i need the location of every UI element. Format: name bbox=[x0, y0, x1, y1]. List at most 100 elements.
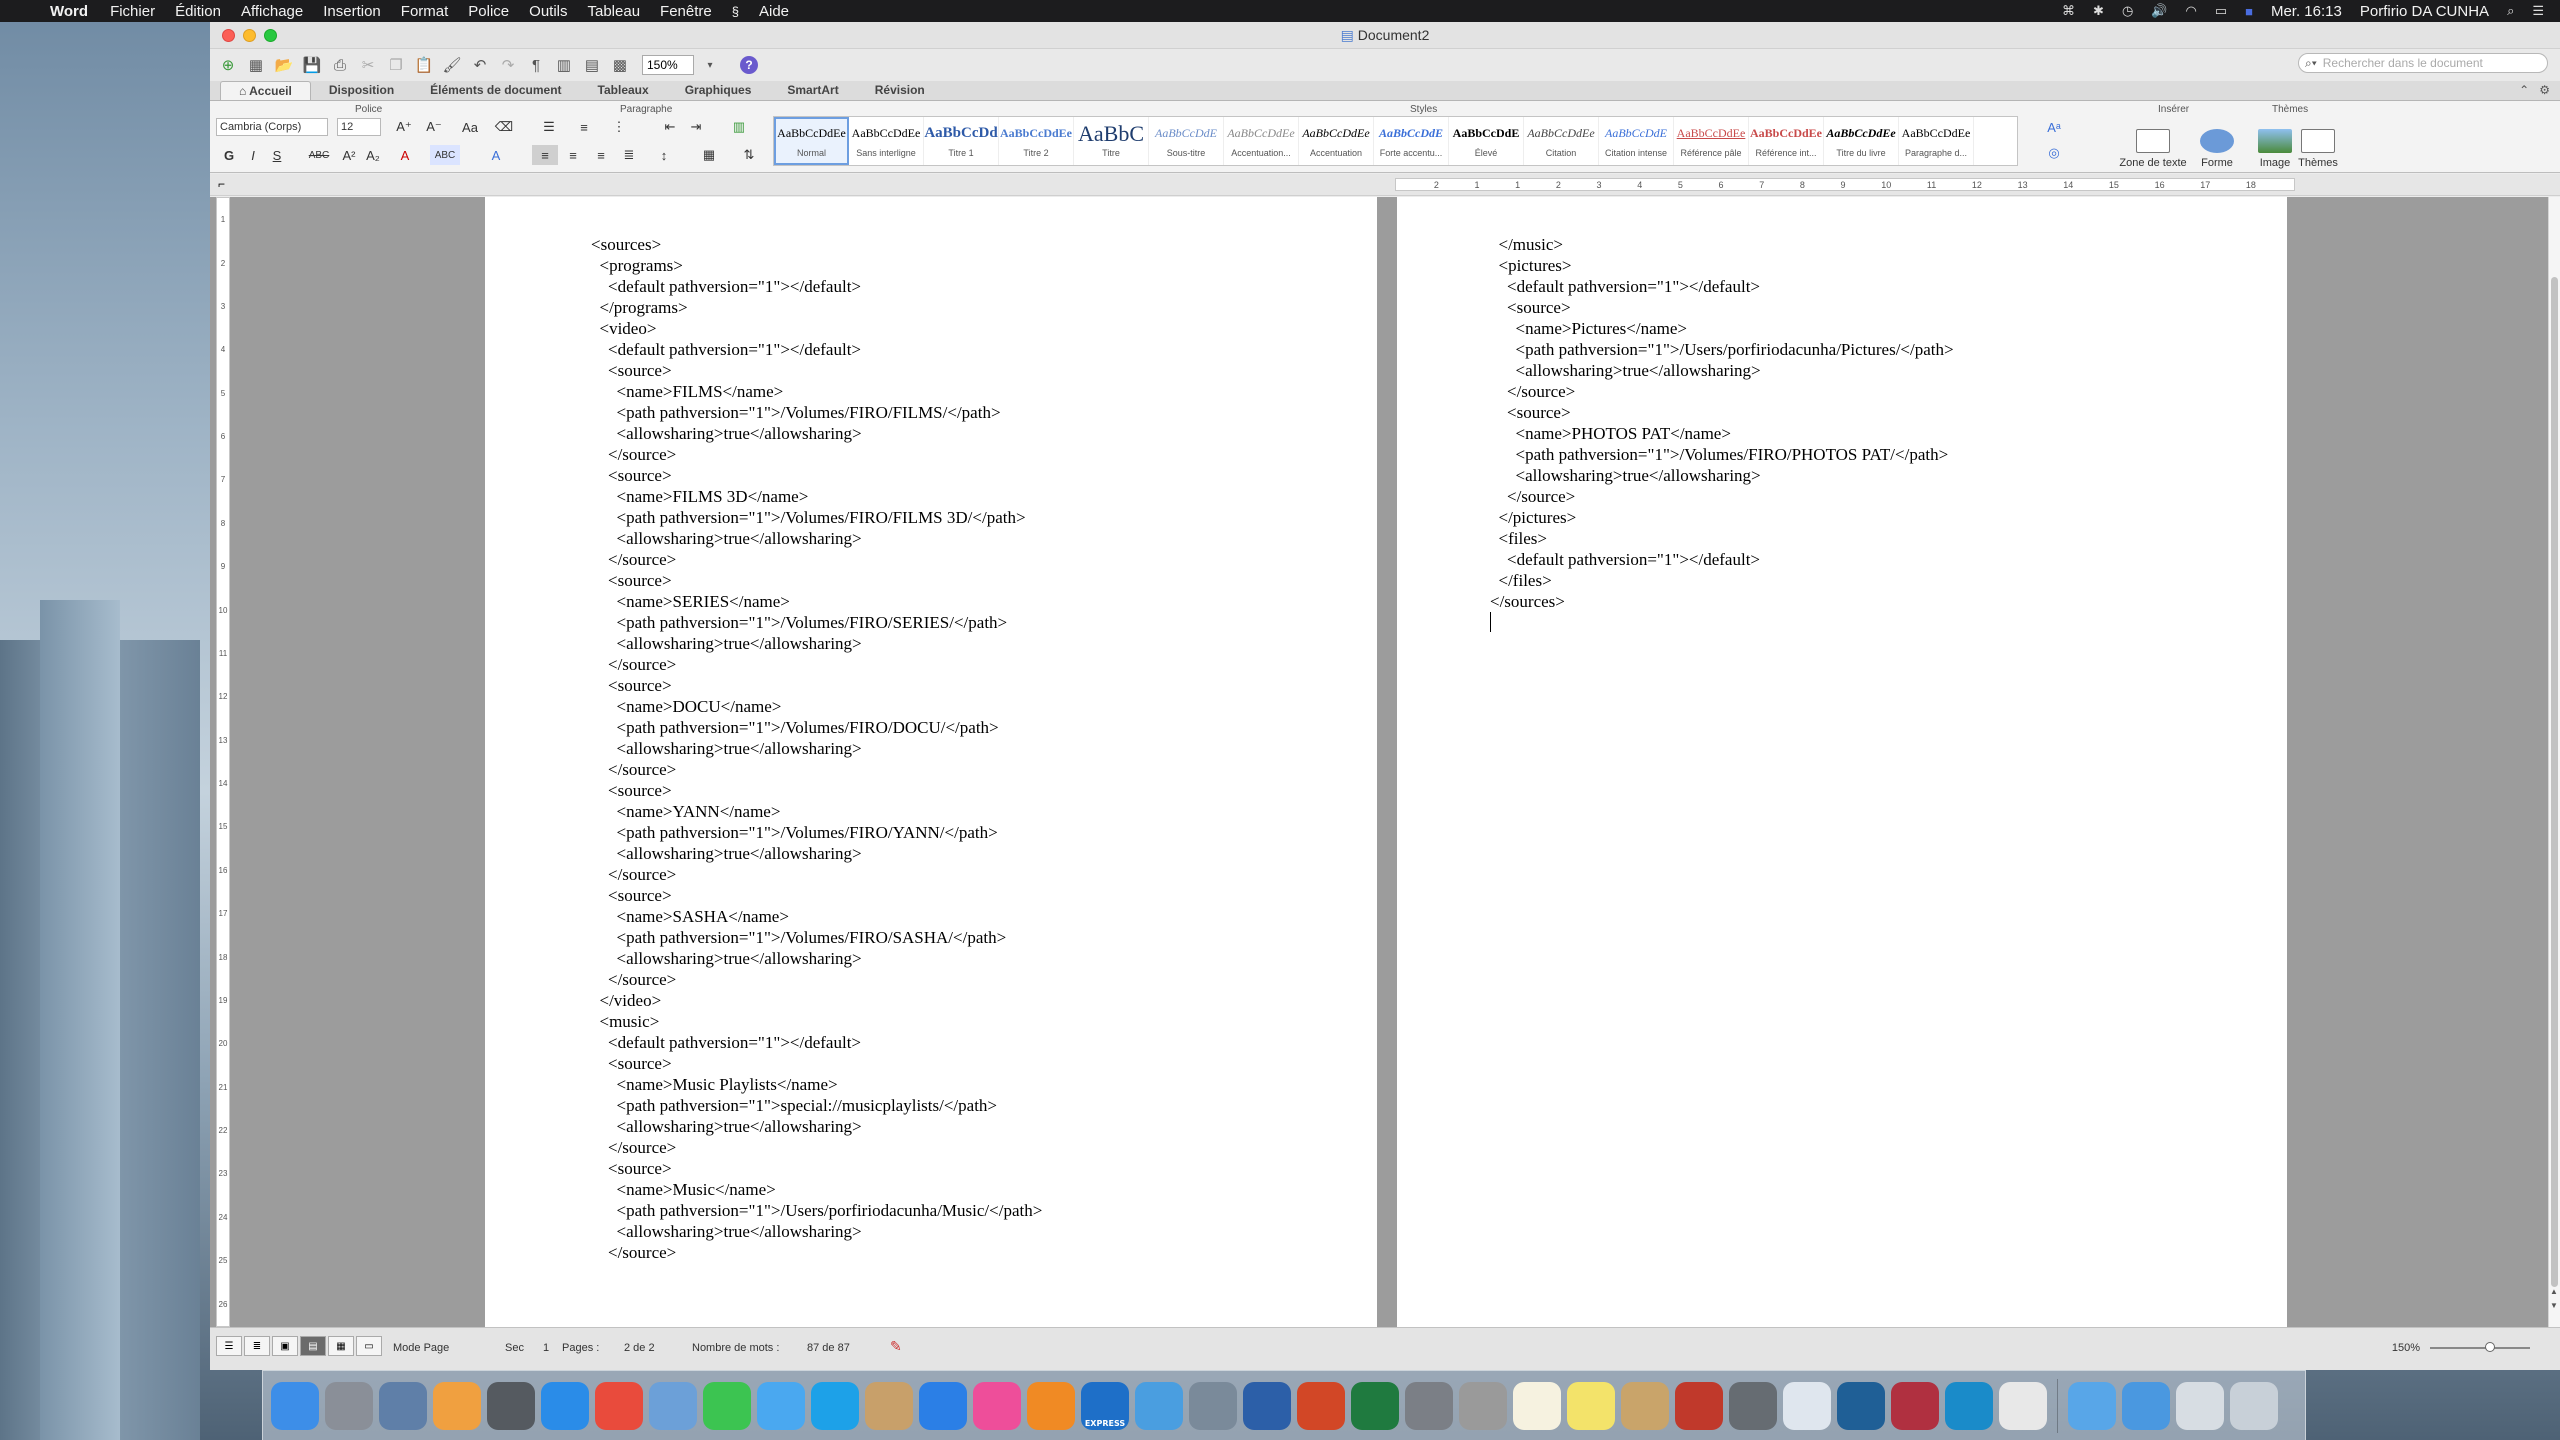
borders-icon[interactable]: ▦ bbox=[695, 145, 723, 165]
style-accentuation[interactable]: AaBbCcDdEe Accentuation bbox=[1299, 117, 1374, 165]
utility-icon[interactable] bbox=[1459, 1381, 1507, 1430]
underline-button[interactable]: S bbox=[266, 145, 288, 165]
express-icon[interactable]: EXPRESS bbox=[1081, 1381, 1129, 1430]
vertical-scrollbar[interactable]: ▲ ▼ bbox=[2548, 197, 2560, 1327]
strikethrough-button[interactable]: ABC bbox=[304, 145, 334, 165]
excel-icon[interactable] bbox=[1351, 1381, 1399, 1430]
copy-icon[interactable]: ❐ bbox=[384, 54, 408, 76]
search-input[interactable]: ⌕▾ Rechercher dans le document bbox=[2298, 53, 2548, 73]
folder-icon[interactable] bbox=[2068, 1381, 2116, 1430]
redo-icon[interactable]: ↷ bbox=[496, 54, 520, 76]
zoom-dropdown-icon[interactable]: ▾ bbox=[698, 54, 722, 76]
styles-pane-icon[interactable]: ◎ bbox=[2040, 143, 2068, 163]
toolbox-icon[interactable]: ▩ bbox=[608, 54, 632, 76]
contacts-icon[interactable] bbox=[865, 1381, 913, 1430]
ribbon-settings-icon[interactable]: ⚙ bbox=[2539, 83, 2550, 97]
menu-fichier[interactable]: Fichier bbox=[100, 3, 165, 20]
increase-indent-icon[interactable]: ⇥ bbox=[684, 117, 708, 137]
style-normal[interactable]: AaBbCcDdEe Normal bbox=[774, 117, 849, 165]
flag-icon[interactable]: ■ bbox=[2245, 4, 2253, 19]
print-icon[interactable]: ⎙ bbox=[328, 54, 352, 76]
highlight-button[interactable]: ABC bbox=[430, 145, 460, 165]
sort-icon[interactable]: ⇅ bbox=[735, 145, 763, 165]
menu-affichage[interactable]: Affichage bbox=[231, 3, 313, 20]
style-titre-2[interactable]: AaBbCcDdEe Titre 2 bbox=[999, 117, 1074, 165]
numbering-icon[interactable]: ≡ bbox=[570, 117, 598, 137]
horizontal-ruler[interactable]: 2 1 1 2 3 4 5 6 7 8 9 10 11 12 13 14 15 16 17 18 bbox=[1395, 178, 2295, 191]
style-référence-pâle[interactable]: AaBbCcDdEe Référence pâle bbox=[1674, 117, 1749, 165]
spotlight-icon[interactable]: ⌕ bbox=[2507, 3, 2514, 19]
page-1[interactable]: <sources> <programs> <default pathversio… bbox=[485, 197, 1377, 1327]
spelling-check-icon[interactable]: ✎ bbox=[890, 1338, 902, 1355]
vertical-ruler[interactable]: 1 2 3 4 5 6 7 8 9 10 11 12 13 14 15 16 17 18 19 20 21 22 23 24 2… bbox=[216, 197, 230, 1327]
tab-smartart[interactable]: SmartArt bbox=[769, 81, 856, 100]
draft-view-button[interactable]: ☰ bbox=[216, 1336, 242, 1356]
menu-police[interactable]: Police bbox=[458, 3, 519, 20]
font-color-button[interactable]: A bbox=[394, 145, 416, 165]
text-styles-icon[interactable]: Aᵃ bbox=[2040, 117, 2068, 137]
outline-view-button[interactable]: ≣ bbox=[244, 1336, 270, 1356]
grow-font-icon[interactable]: A⁺ bbox=[390, 117, 418, 137]
cloud-icon[interactable] bbox=[1135, 1381, 1183, 1430]
font-name-select[interactable]: Cambria (Corps) bbox=[216, 118, 328, 136]
tab-disposition[interactable]: Disposition bbox=[311, 81, 412, 100]
document-icon[interactable] bbox=[1783, 1381, 1831, 1430]
style-paragraphe-d[interactable]: AaBbCcDdEe Paragraphe d... bbox=[1899, 117, 1974, 165]
screenshot-icon[interactable] bbox=[487, 1381, 535, 1430]
filezilla-icon[interactable] bbox=[1675, 1381, 1723, 1430]
themes-button[interactable]: Thèmes bbox=[2290, 115, 2346, 169]
shrink-font-icon[interactable]: A⁻ bbox=[420, 117, 448, 137]
style-titre-du-livre[interactable]: AaBbCcDdEe Titre du livre bbox=[1824, 117, 1899, 165]
finder-icon[interactable] bbox=[271, 1381, 319, 1430]
notes-icon[interactable] bbox=[1513, 1381, 1561, 1430]
volume-icon[interactable]: 🔊 bbox=[2151, 3, 2167, 19]
menu-insertion[interactable]: Insertion bbox=[313, 3, 391, 20]
tab-graphiques[interactable]: Graphiques bbox=[667, 81, 770, 100]
tab-stop-icon[interactable]: ⌐ bbox=[218, 177, 225, 191]
tab-accueil[interactable]: ⌂ Accueil bbox=[220, 81, 311, 100]
show-formatting-icon[interactable]: ¶ bbox=[524, 54, 548, 76]
menubar-user[interactable]: Porfirio DA CUNHA bbox=[2360, 3, 2489, 20]
text-effects-button[interactable]: A bbox=[485, 145, 507, 165]
justify-button[interactable]: ≣ bbox=[616, 145, 642, 165]
word-icon[interactable] bbox=[1243, 1381, 1291, 1430]
menu-outils[interactable]: Outils bbox=[519, 3, 577, 20]
trash-icon[interactable] bbox=[2230, 1381, 2278, 1430]
multilevel-list-icon[interactable]: ⋮ bbox=[605, 117, 633, 137]
applications-folder-icon[interactable] bbox=[2122, 1381, 2170, 1430]
printer-icon[interactable] bbox=[1189, 1381, 1237, 1430]
status-menu-icon[interactable]: ⌘ bbox=[2062, 3, 2075, 19]
save-icon[interactable]: 💾 bbox=[300, 54, 324, 76]
launchpad-icon[interactable] bbox=[325, 1381, 373, 1430]
page-2[interactable]: </music> <pictures> <default pathversion… bbox=[1397, 197, 2287, 1327]
menu-app-name[interactable]: Word bbox=[42, 3, 100, 20]
zoom-select[interactable]: 150% bbox=[642, 55, 694, 75]
facetime-icon[interactable] bbox=[703, 1381, 751, 1430]
style-élevé[interactable]: AaBbCcDdE Élevé bbox=[1449, 117, 1524, 165]
print-layout-view-button[interactable]: ▤ bbox=[300, 1336, 326, 1356]
powerpoint-icon[interactable] bbox=[1297, 1381, 1345, 1430]
menu-fenetre[interactable]: Fenêtre bbox=[650, 3, 722, 20]
messages-icon[interactable] bbox=[757, 1381, 805, 1430]
bullets-icon[interactable]: ☰ bbox=[535, 117, 563, 137]
terminal-icon[interactable] bbox=[1837, 1381, 1885, 1430]
change-case-icon[interactable]: Aa bbox=[455, 117, 485, 137]
menu-edition[interactable]: Édition bbox=[165, 3, 231, 20]
bluetooth-icon[interactable]: ✱ bbox=[2093, 3, 2104, 19]
script-menu-icon[interactable]: § bbox=[722, 4, 749, 19]
zoom-slider-knob[interactable] bbox=[2485, 1342, 2495, 1352]
preview-icon[interactable] bbox=[379, 1381, 427, 1430]
tab-elements-document[interactable]: Éléments de document bbox=[412, 81, 579, 100]
style-titre[interactable]: AaBbC Titre bbox=[1074, 117, 1149, 165]
wifi-icon[interactable]: ◠ bbox=[2185, 3, 2196, 19]
style-sans-interligne[interactable]: AaBbCcDdEe Sans interligne bbox=[849, 117, 924, 165]
menu-format[interactable]: Format bbox=[391, 3, 459, 20]
italic-button[interactable]: I bbox=[242, 145, 264, 165]
gallery-icon[interactable]: ▤ bbox=[580, 54, 604, 76]
textedit-icon[interactable] bbox=[1999, 1381, 2047, 1430]
insert-text-box-button[interactable]: Zone de texte bbox=[2118, 115, 2188, 169]
style-accentuation[interactable]: AaBbCcDdEe Accentuation... bbox=[1224, 117, 1299, 165]
itunes-icon[interactable] bbox=[973, 1381, 1021, 1430]
app-store-icon[interactable] bbox=[919, 1381, 967, 1430]
style-référence-int[interactable]: AaBbCcDdEe Référence int... bbox=[1749, 117, 1824, 165]
